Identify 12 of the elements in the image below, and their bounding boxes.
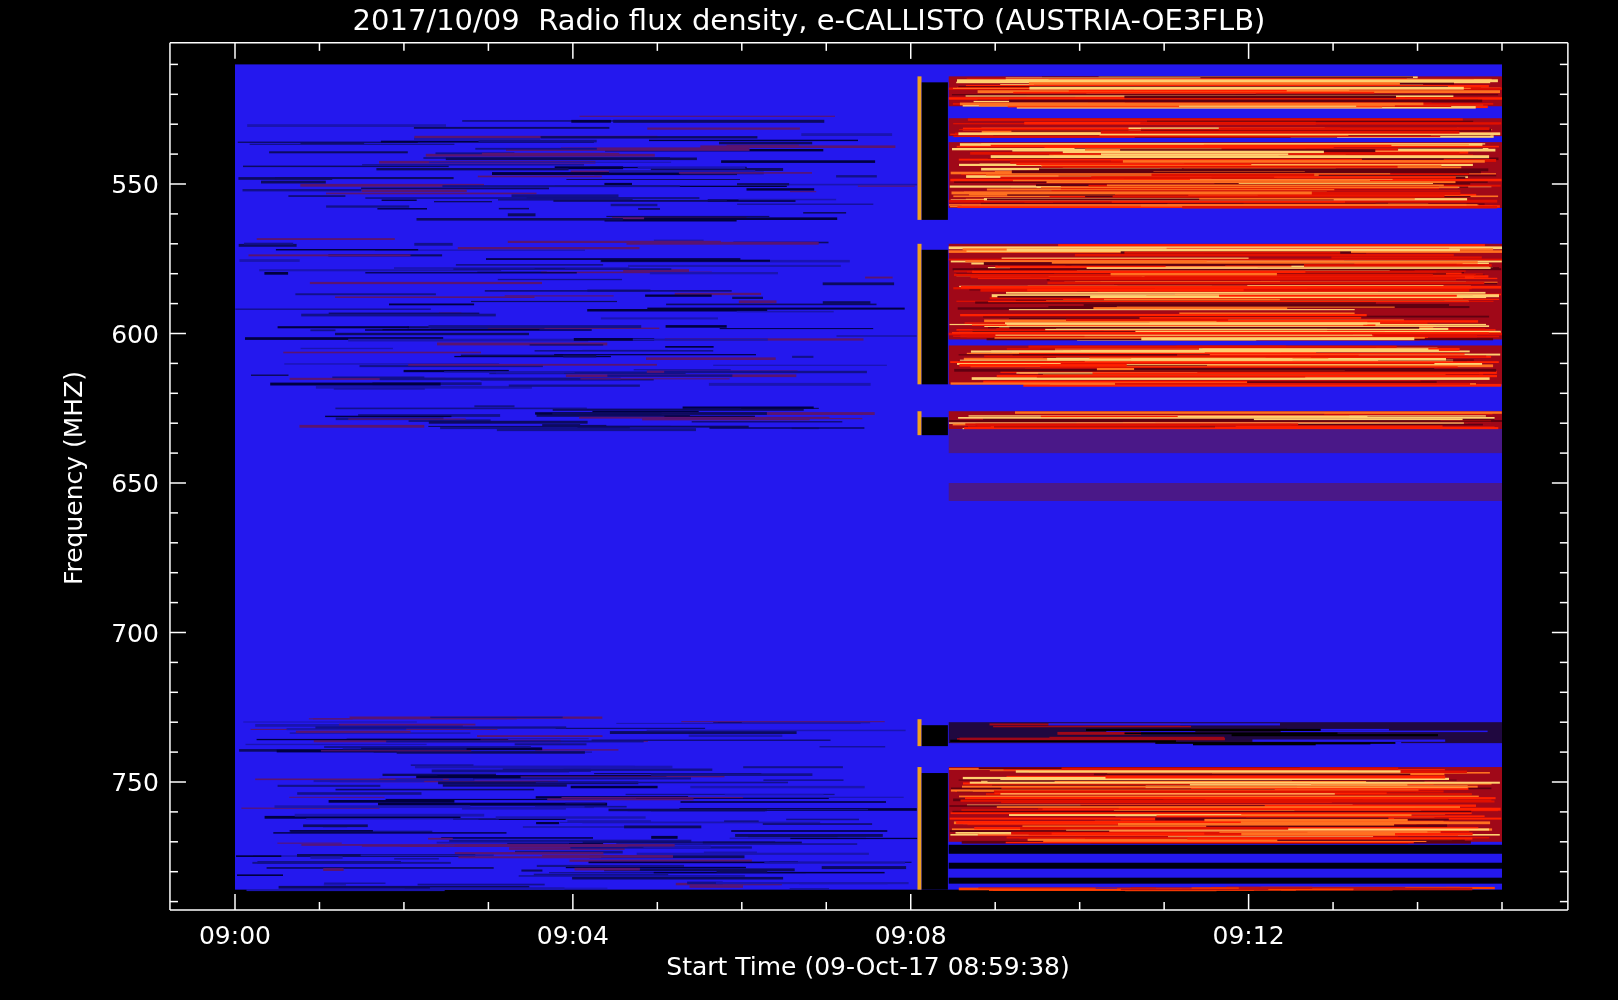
tick-label: 09:04	[536, 921, 609, 950]
chart-title: 2017/10/09 Radio flux density, e-CALLISTO (AUSTRIA-OE3FLB)	[352, 3, 1266, 37]
tick-label: 750	[111, 768, 159, 797]
tick-label: 650	[111, 469, 159, 498]
tick-label: 09:12	[1212, 921, 1285, 950]
tick-label: 09:00	[199, 921, 271, 950]
x-axis-label: Start Time (09-Oct-17 08:59:38)	[666, 952, 1070, 981]
tick-label: 700	[111, 618, 159, 648]
tick-label: 550	[111, 170, 159, 199]
y-axis-label: Frequency (MHZ)	[59, 370, 88, 586]
tick-label: 600	[111, 319, 159, 349]
tick-label: 09:08	[874, 921, 947, 950]
